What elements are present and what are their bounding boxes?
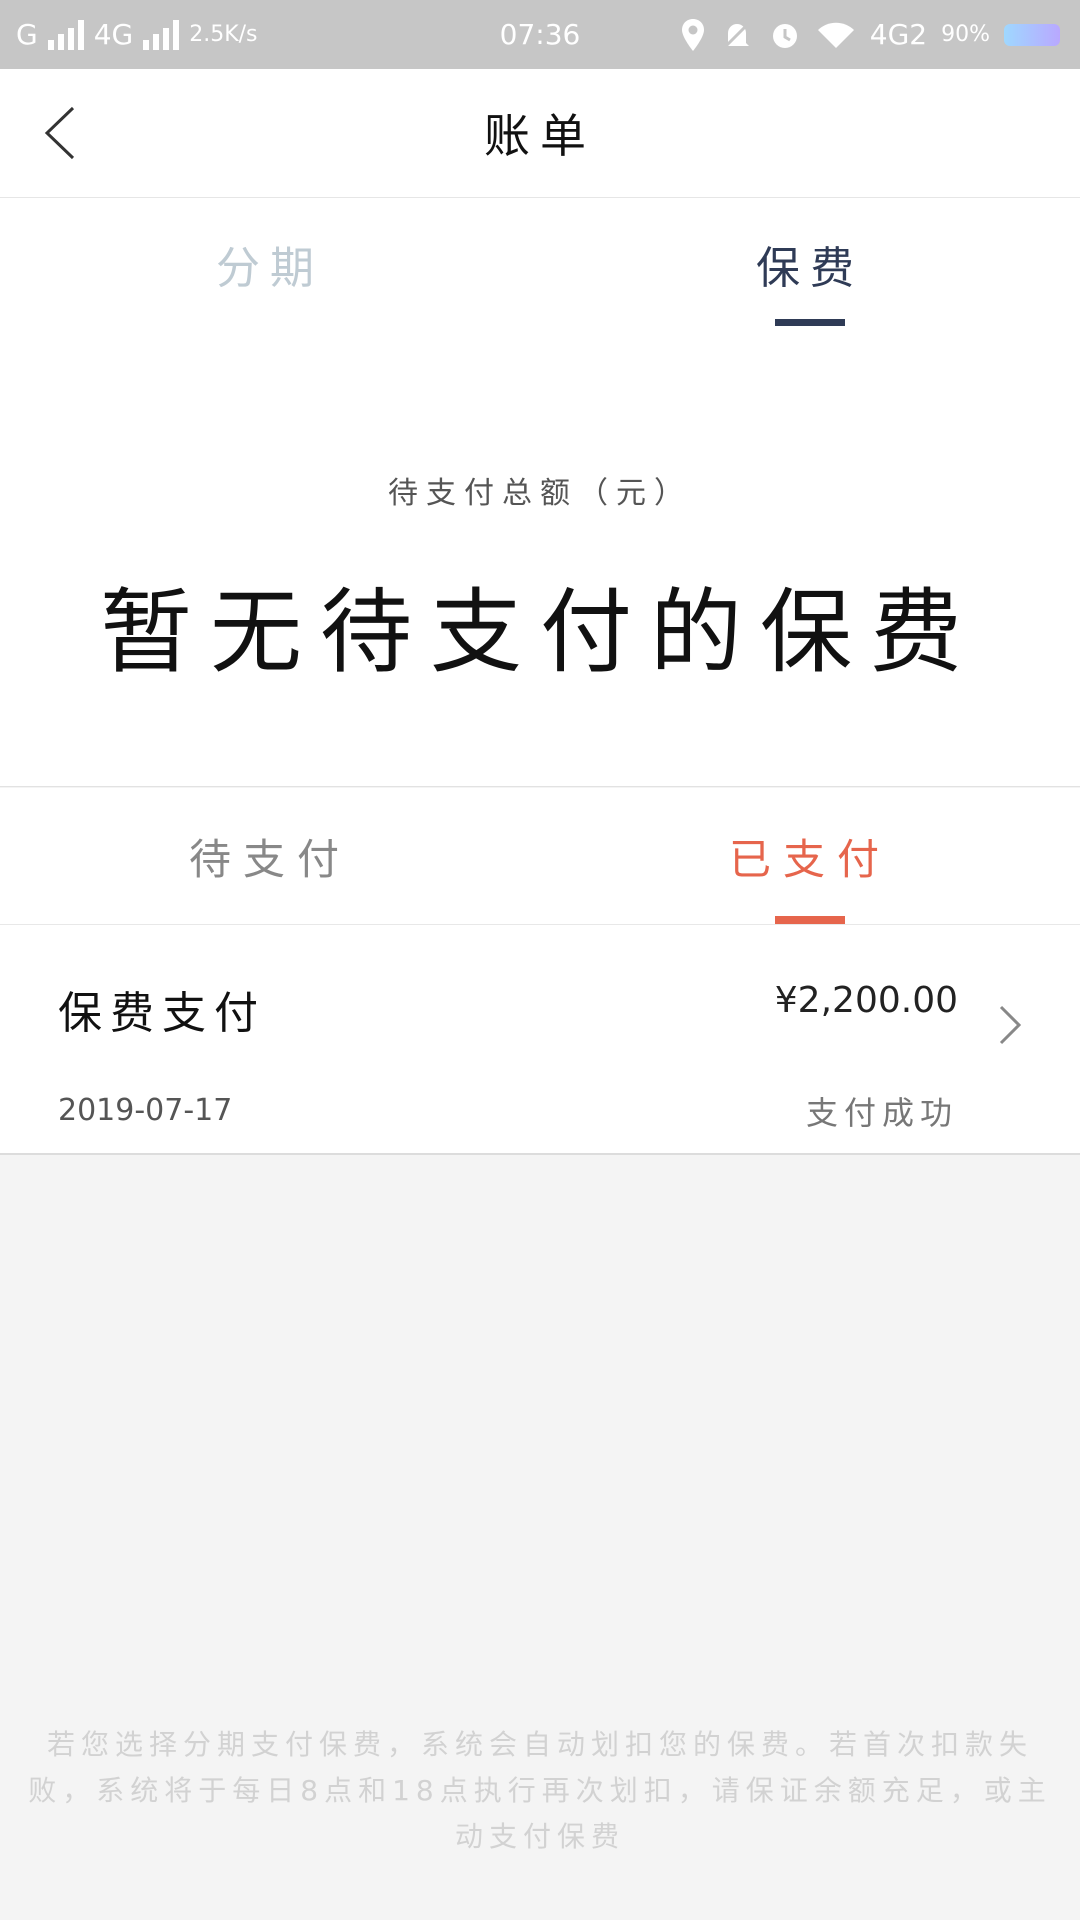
payment-status-tabs: 待支付 已支付 <box>0 788 1080 925</box>
record-date: 2019-07-17 <box>58 1093 233 1128</box>
total-due-label: 待支付总额（元） <box>388 476 692 511</box>
record-title: 保费支付 <box>58 988 266 1039</box>
top-tabs: 分期 保费 <box>0 198 1080 328</box>
chevron-right-icon <box>999 1005 1022 1045</box>
page-title: 账单 <box>484 109 596 163</box>
tab-paid-label: 已支付 <box>728 835 891 884</box>
record-status: 支付成功 <box>805 1094 958 1132</box>
tab-premium[interactable]: 保费 <box>540 198 1080 328</box>
record-amount: ¥2,200.00 <box>774 980 958 1021</box>
footer-note: 若您选择分期支付保费，系统会自动划扣您的保费。若首次扣款失败，系统将于每日8点和… <box>28 1728 1052 1853</box>
back-button[interactable] <box>30 99 90 167</box>
tab-paid[interactable]: 已支付 <box>540 788 1080 924</box>
tab-installment-label: 分期 <box>216 243 324 294</box>
battery-percent: 90% <box>941 22 990 47</box>
tab-active-indicator <box>775 319 845 326</box>
list-item[interactable]: 保费支付 ¥2,200.00 2019-07-17 支付成功 <box>0 925 1080 1155</box>
status-bar: G 4G 2.5K/s 07:36 4G2 90% <box>0 0 1080 69</box>
network-type: 4G2 <box>869 18 928 51</box>
status-right: 4G2 90% <box>680 0 1060 69</box>
location-icon <box>681 18 704 51</box>
mute-bell-icon <box>722 20 751 49</box>
tab-unpaid[interactable]: 待支付 <box>0 788 540 924</box>
tab-installment[interactable]: 分期 <box>0 198 540 328</box>
alarm-icon <box>772 23 797 48</box>
empty-due-message: 暂无待支付的保费 <box>99 579 980 686</box>
wifi-icon <box>817 22 854 48</box>
sub-tab-active-indicator <box>775 916 845 924</box>
tab-unpaid-label: 待支付 <box>188 835 351 884</box>
navbar: 账单 <box>0 69 1080 198</box>
tab-premium-label: 保费 <box>756 243 864 294</box>
summary-panel: 待支付总额（元） 暂无待支付的保费 <box>0 328 1080 787</box>
battery-icon <box>1004 23 1060 46</box>
chevron-left-icon <box>44 106 75 160</box>
